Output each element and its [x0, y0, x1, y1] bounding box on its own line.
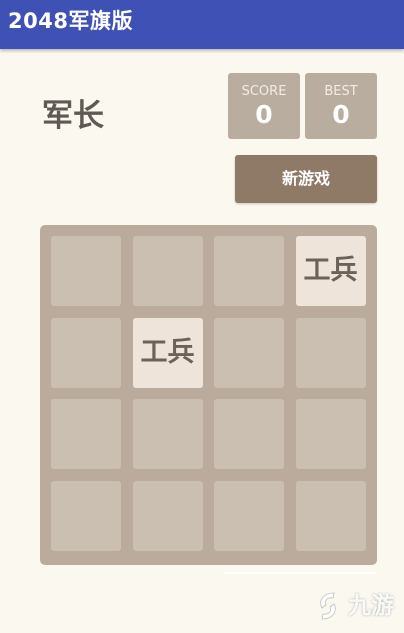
- grid-cell: [51, 480, 121, 551]
- grid-cell: [295, 399, 366, 469]
- grid-cell: [132, 236, 203, 306]
- game-tile: 工兵: [132, 317, 203, 388]
- new-game-button[interactable]: 新游戏: [235, 155, 377, 203]
- grid-cell: [214, 480, 284, 551]
- grid-cell: [132, 480, 203, 551]
- score-label: SCORE: [241, 84, 287, 99]
- grid-cell: [295, 480, 366, 551]
- grid-cell: [214, 399, 284, 469]
- watermark-logo-icon: [320, 592, 336, 620]
- score-value: 0: [255, 100, 273, 129]
- watermark-text: 九游: [348, 593, 394, 619]
- app-title: 2048军旗版: [8, 9, 133, 33]
- best-label: BEST: [324, 84, 358, 99]
- grid-cell: [214, 317, 284, 388]
- score-box: SCORE 0: [228, 73, 300, 139]
- rank-title: 军长: [42, 98, 104, 134]
- best-box: BEST 0: [305, 73, 377, 139]
- watermark: 九游: [314, 586, 396, 626]
- grid-cell: [295, 317, 366, 388]
- best-value: 0: [332, 100, 350, 129]
- game-board[interactable]: 工兵 工兵: [40, 225, 377, 565]
- app-bar: 2048军旗版: [0, 0, 404, 49]
- grid-cell: [51, 399, 121, 469]
- grid-cell: [132, 399, 203, 469]
- divider: [225, 572, 375, 574]
- game-tile: 工兵: [295, 236, 366, 306]
- grid-cell: [51, 317, 121, 388]
- grid-cell: [51, 236, 121, 306]
- grid-cell: [214, 236, 284, 306]
